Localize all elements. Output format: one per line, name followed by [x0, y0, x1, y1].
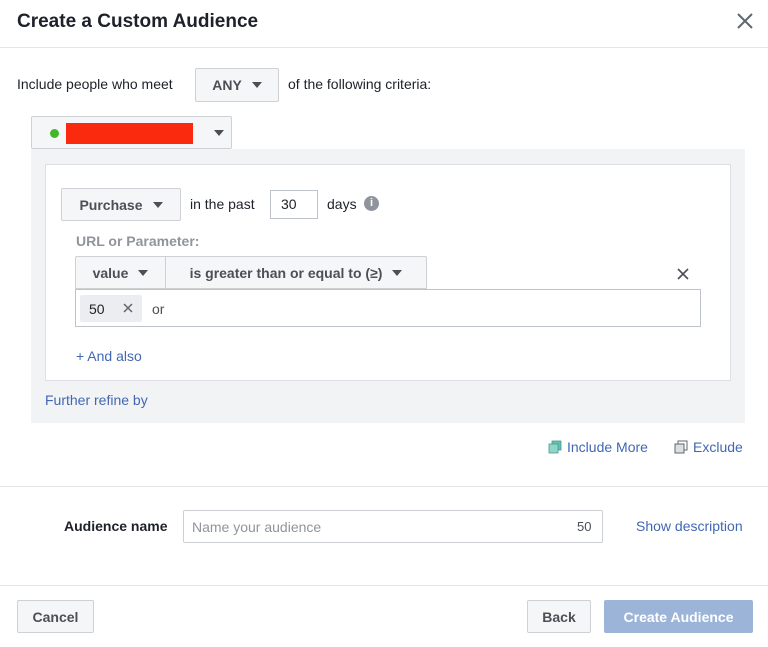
audience-name-input[interactable]	[183, 510, 603, 543]
create-audience-button[interactable]: Create Audience	[604, 600, 753, 633]
remove-token-icon[interactable]	[122, 302, 134, 314]
close-icon[interactable]	[733, 9, 757, 33]
token-label: 50	[89, 300, 105, 317]
back-button[interactable]: Back	[527, 600, 591, 633]
include-more-button[interactable]: Include More	[548, 439, 648, 455]
value-token-input[interactable]: 50 or	[75, 289, 701, 327]
chevron-down-icon	[214, 130, 224, 136]
operator-label: is greater than or equal to (≥)	[189, 264, 383, 281]
parameter-dropdown[interactable]: value	[75, 256, 166, 289]
dialog-header: Create a Custom Audience	[0, 0, 768, 48]
chevron-down-icon	[138, 269, 149, 276]
remove-parameter-icon[interactable]	[676, 267, 690, 281]
divider	[0, 585, 768, 586]
chevron-down-icon	[392, 269, 403, 276]
source-dropdown[interactable]	[31, 116, 232, 149]
exclude-label: Exclude	[693, 439, 743, 455]
days-label: days	[327, 196, 357, 212]
cancel-button[interactable]: Cancel	[17, 600, 94, 633]
criteria-suffix: of the following criteria:	[288, 76, 432, 92]
event-dropdown[interactable]: Purchase	[61, 188, 181, 221]
chevron-down-icon	[251, 82, 262, 88]
days-input[interactable]: 30	[270, 190, 318, 219]
event-label: Purchase	[79, 196, 143, 213]
operator-dropdown[interactable]: is greater than or equal to (≥)	[165, 256, 427, 289]
redacted-source-name	[66, 123, 193, 144]
show-description-link[interactable]: Show description	[636, 518, 743, 534]
or-label: or	[152, 301, 165, 317]
match-mode-dropdown[interactable]: ANY	[195, 68, 279, 102]
url-parameter-label: URL or Parameter:	[76, 233, 200, 249]
audience-name-label: Audience name	[64, 518, 168, 534]
parameter-label: value	[92, 264, 129, 281]
status-dot-icon	[50, 129, 59, 138]
in-the-past-label: in the past	[190, 196, 255, 212]
include-more-label: Include More	[567, 439, 648, 455]
dialog-title: Create a Custom Audience	[17, 11, 259, 32]
divider	[0, 486, 768, 487]
criteria-prefix: Include people who meet	[17, 76, 173, 92]
include-icon	[548, 440, 562, 454]
further-refine-link[interactable]: Further refine by	[45, 392, 148, 408]
exclude-icon	[674, 440, 688, 454]
char-count: 50	[577, 519, 592, 534]
value-token: 50	[80, 295, 142, 322]
info-icon[interactable]: i	[364, 196, 379, 211]
and-also-link[interactable]: + And also	[76, 348, 142, 364]
chevron-down-icon	[152, 201, 163, 208]
exclude-button[interactable]: Exclude	[674, 439, 743, 455]
match-mode-label: ANY	[212, 77, 242, 93]
